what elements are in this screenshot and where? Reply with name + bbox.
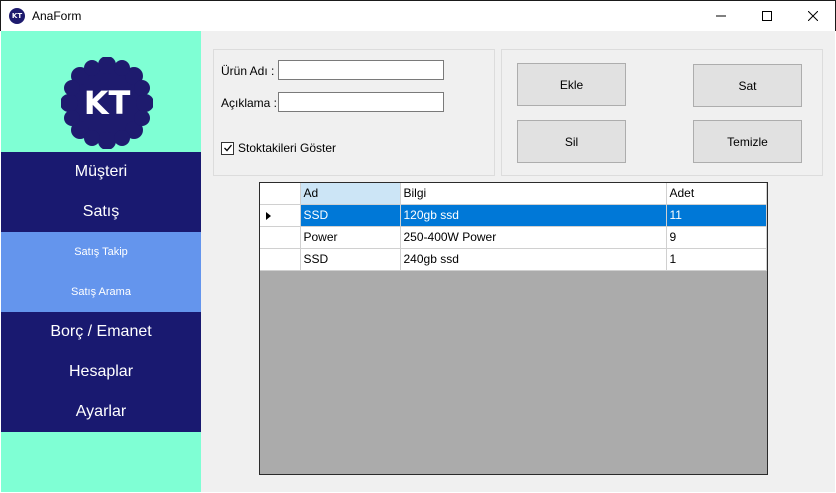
table-row[interactable]: SSD 120gb ssd 11: [260, 204, 767, 227]
current-row-arrow-icon: [266, 211, 271, 220]
show-in-stock-checkbox[interactable]: Stoktakileri Göster: [221, 141, 336, 155]
submenu-item-satis-arama[interactable]: Satış Arama: [1, 272, 201, 312]
cell-bilgi[interactable]: 120gb ssd: [400, 204, 667, 227]
cell-ad[interactable]: SSD: [300, 248, 401, 271]
table-row[interactable]: Power 250-400W Power 9: [260, 226, 767, 249]
checkmark-icon: [223, 144, 232, 152]
sidebar-menu: Müşteri Satış Satış Takip Satış Arama Bo…: [1, 152, 201, 432]
action-buttons-group: Ekle Sat Sil Temizle: [501, 49, 823, 176]
cell-adet[interactable]: 11: [666, 204, 767, 227]
main-panel: Ürün Adı : Açıklama : Stoktakileri Göste…: [201, 31, 835, 492]
window-title: AnaForm: [32, 9, 82, 23]
cell-bilgi[interactable]: 250-400W Power: [400, 226, 667, 249]
product-name-label: Ürün Adı :: [221, 64, 275, 78]
logo: KT: [61, 57, 153, 149]
sidebar-item-borc-emanet[interactable]: Borç / Emanet: [1, 312, 201, 352]
title-bar: KT AnaForm: [0, 0, 836, 31]
submenu-item-satis-takip[interactable]: Satış Takip: [1, 232, 201, 272]
maximize-button[interactable]: [744, 1, 790, 31]
show-in-stock-label: Stoktakileri Göster: [238, 141, 337, 155]
sidebar: KT Müşteri Satış Satış Takip Satış Arama…: [1, 31, 201, 492]
minimize-icon: [716, 15, 726, 17]
product-grid[interactable]: Ad Bilgi Adet SSD 120gb ssd 11 Power 250…: [259, 182, 768, 475]
cell-ad[interactable]: SSD: [300, 204, 401, 227]
row-header[interactable]: [260, 204, 301, 227]
product-name-input[interactable]: [278, 60, 444, 80]
maximize-icon: [762, 11, 772, 21]
description-label: Açıklama :: [221, 96, 278, 110]
column-header-ad[interactable]: Ad: [300, 183, 401, 205]
sidebar-item-hesaplar[interactable]: Hesaplar: [1, 352, 201, 392]
delete-button[interactable]: Sil: [517, 120, 626, 163]
minimize-button[interactable]: [698, 1, 744, 31]
row-header[interactable]: [260, 248, 301, 271]
logo-text: KT: [84, 84, 131, 122]
sidebar-item-satis[interactable]: Satış: [1, 192, 201, 232]
app-icon: KT: [9, 8, 25, 24]
satis-submenu: Satış Takip Satış Arama: [1, 232, 201, 312]
checkbox-box[interactable]: [221, 141, 234, 155]
cell-adet[interactable]: 1: [666, 248, 767, 271]
cell-adet[interactable]: 9: [666, 226, 767, 249]
close-button[interactable]: [790, 1, 836, 31]
table-header-row: Ad Bilgi Adet: [260, 183, 767, 205]
add-button[interactable]: Ekle: [517, 63, 626, 106]
sell-button[interactable]: Sat: [693, 64, 802, 107]
column-header-adet[interactable]: Adet: [666, 183, 767, 205]
sidebar-item-ayarlar[interactable]: Ayarlar: [1, 392, 201, 432]
close-icon: [808, 11, 818, 21]
product-form-group: Ürün Adı : Açıklama : Stoktakileri Göste…: [213, 49, 495, 176]
description-input[interactable]: [278, 92, 444, 112]
row-header-corner[interactable]: [260, 183, 301, 205]
table-row[interactable]: SSD 240gb ssd 1: [260, 248, 767, 271]
row-header[interactable]: [260, 226, 301, 249]
sidebar-item-musteri[interactable]: Müşteri: [1, 152, 201, 192]
product-table: Ad Bilgi Adet SSD 120gb ssd 11 Power 250…: [260, 183, 767, 271]
cell-ad[interactable]: Power: [300, 226, 401, 249]
column-header-bilgi[interactable]: Bilgi: [400, 183, 667, 205]
clear-button[interactable]: Temizle: [693, 120, 802, 163]
cell-bilgi[interactable]: 240gb ssd: [400, 248, 667, 271]
